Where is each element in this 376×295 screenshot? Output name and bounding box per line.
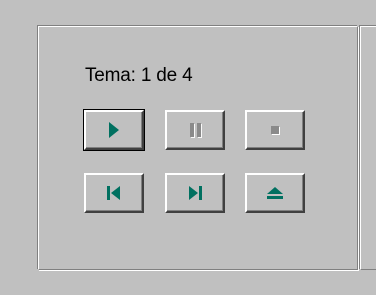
previous-track-button[interactable] — [84, 173, 144, 213]
stop-icon — [268, 123, 282, 137]
pause-icon — [186, 121, 204, 139]
next-track-button[interactable] — [165, 173, 225, 213]
track-counter-label: Tema: 1 de 4 — [85, 65, 193, 86]
play-button[interactable] — [83, 109, 145, 151]
stop-button[interactable] — [245, 110, 305, 150]
previous-track-icon — [105, 184, 123, 202]
eject-icon — [265, 185, 285, 201]
side-panel — [360, 26, 376, 270]
eject-button[interactable] — [245, 173, 305, 213]
play-icon — [107, 121, 121, 139]
next-track-icon — [186, 184, 204, 202]
pause-button[interactable] — [165, 110, 225, 150]
